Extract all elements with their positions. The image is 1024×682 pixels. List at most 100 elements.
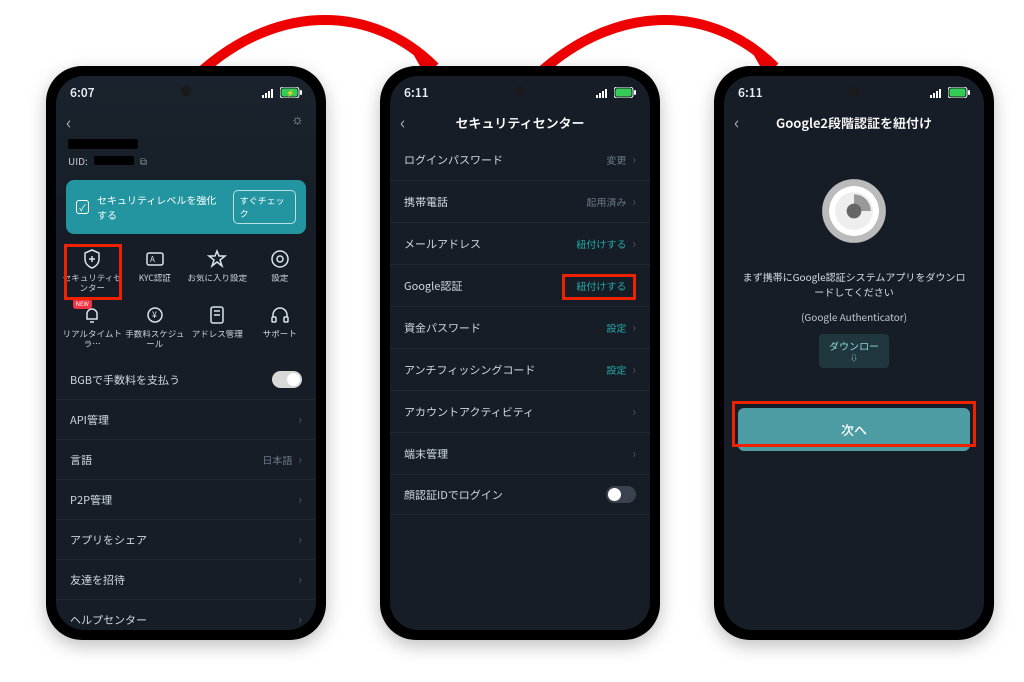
instruction-text: まず携帯にGoogle認証システムアプリをダウンロードしてください [742, 269, 966, 299]
next-button[interactable]: 次へ [738, 408, 970, 451]
page-title: Google2段階認証を紐付け [760, 113, 948, 132]
grid-realtime[interactable]: NEW リアルタイムトラ… [62, 300, 123, 354]
grid-label: アドレス管理 [192, 330, 243, 350]
row-label: BGBで手数料を支払う [70, 372, 180, 388]
grid-settings[interactable]: 設定 [250, 244, 311, 298]
book-icon [206, 304, 228, 326]
redacted-uid [94, 156, 134, 165]
star-icon [206, 248, 228, 270]
row-value: 紐付けする [576, 278, 626, 293]
row-label: ヘルプセンター [70, 612, 147, 628]
battery-icon: ⚡ [280, 87, 302, 98]
row-antiphishing[interactable]: アンチフィッシングコード設定› [390, 349, 650, 391]
battery-icon [948, 87, 970, 98]
row-help[interactable]: ヘルプセンター› [56, 600, 316, 630]
grid-label: 手数料スケジュール [125, 330, 186, 350]
copy-icon[interactable]: ⧉ [140, 153, 147, 168]
grid-label: セキュリティセンター [62, 274, 123, 294]
row-label: 携帯電話 [404, 194, 448, 210]
google-auth-icon [822, 179, 886, 243]
grid-address[interactable]: アドレス管理 [187, 300, 248, 354]
row-language[interactable]: 言語日本語› [56, 440, 316, 480]
row-api[interactable]: API管理 › [56, 400, 316, 440]
uid-line: UID: ⧉ [56, 151, 316, 176]
grid-label: 設定 [271, 274, 288, 294]
signal-icon [930, 88, 944, 98]
grid-support[interactable]: サポート [250, 300, 311, 354]
row-faceid: 顔認証IDでログイン [390, 475, 650, 515]
app-name-text: (Google Authenticator) [801, 309, 907, 324]
shield-icon: ✓ [76, 200, 89, 214]
chevron-right-icon: › [632, 361, 636, 378]
back-icon[interactable]: ‹ [734, 109, 752, 135]
clock: 6:11 [738, 84, 763, 101]
statusbar: 6:11 [724, 76, 984, 103]
security-banner[interactable]: ✓ セキュリティレベルを強化する すぐチェック [66, 180, 306, 234]
statusbar: 6:07 ⚡ [56, 76, 316, 103]
uid-label: UID: [68, 153, 88, 168]
chevron-right-icon: › [298, 411, 302, 428]
svg-text:⚡: ⚡ [286, 89, 295, 99]
tutorial-stage: 6:07 ⚡ ‹ ☼ UID: ⧉ ✓ セキュリティレベルを強化する すぐチェッ… [0, 0, 1024, 682]
row-p2p[interactable]: P2P管理› [56, 480, 316, 520]
grid-favorites[interactable]: お気に入り設定 [187, 244, 248, 298]
row-label: 顔認証IDでログイン [404, 487, 503, 503]
row-devices[interactable]: 端末管理› [390, 433, 650, 475]
row-fund-password[interactable]: 資金パスワード設定› [390, 307, 650, 349]
row-label: 友達を招待 [70, 572, 125, 588]
row-label: P2P管理 [70, 492, 112, 508]
row-share[interactable]: アプリをシェア› [56, 520, 316, 560]
row-bgb-fee: BGBで手数料を支払う [56, 360, 316, 400]
grid-kyc[interactable]: A KYC認証 [125, 244, 186, 298]
download-chip[interactable]: ダウンロー ⇩ [819, 334, 889, 368]
svg-text:A: A [150, 254, 155, 265]
chevron-right-icon: › [632, 193, 636, 210]
chevron-right-icon: › [632, 319, 636, 336]
chevron-right-icon: › [632, 277, 636, 294]
row-label: API管理 [70, 412, 109, 428]
grid-menu: セキュリティセンター A KYC認証 お気に入り設定 設定 NEW リ [56, 244, 316, 360]
signal-icon [596, 88, 610, 98]
row-label: ログインパスワード [404, 152, 503, 168]
back-icon[interactable]: ‹ [400, 109, 418, 135]
phone-3: 6:11 ‹ Google2段階認証を紐付け まず携帯にGoogle認証システム… [714, 66, 994, 640]
row-email[interactable]: メールアドレス紐付けする› [390, 223, 650, 265]
grid-label: リアルタイムトラ… [62, 330, 123, 350]
faceid-toggle[interactable] [606, 486, 636, 503]
grid-label: サポート [263, 330, 297, 350]
id-card-icon: A [144, 248, 166, 270]
chevron-right-icon: › [298, 451, 302, 468]
banner-cta[interactable]: すぐチェック [233, 190, 296, 224]
grid-fees[interactable]: ¥ 手数料スケジュール [125, 300, 186, 354]
row-value: 日本語 [262, 452, 292, 467]
svg-text:¥: ¥ [152, 308, 157, 321]
new-badge: NEW [73, 298, 92, 309]
phone-1: 6:07 ⚡ ‹ ☼ UID: ⧉ ✓ セキュリティレベルを強化する すぐチェッ… [46, 66, 326, 640]
signal-icon [262, 88, 276, 98]
next-label: 次へ [841, 420, 867, 439]
status-icons: ⚡ [262, 87, 302, 98]
row-google-auth[interactable]: Google認証 紐付けする › [390, 265, 650, 307]
bgb-toggle[interactable] [272, 371, 302, 388]
row-label: 資金パスワード [404, 320, 481, 336]
download-sub-icon: ⇩ [829, 353, 879, 364]
row-label: Google認証 [404, 278, 462, 294]
row-login-password[interactable]: ログインパスワード変更› [390, 139, 650, 181]
security-list: ログインパスワード変更› 携帯電話起用済み› メールアドレス紐付けする› Goo… [390, 139, 650, 515]
back-icon[interactable]: ‹ [66, 109, 84, 135]
coin-icon: ¥ [144, 304, 166, 326]
clock: 6:11 [404, 84, 429, 101]
row-phone[interactable]: 携帯電話起用済み› [390, 181, 650, 223]
row-value: 変更 [606, 152, 626, 167]
row-label: アプリをシェア [70, 532, 147, 548]
navrow: ‹ セキュリティセンター [390, 103, 650, 139]
headset-icon [269, 304, 291, 326]
theme-icon[interactable]: ☼ [291, 109, 304, 129]
redacted-name [68, 139, 138, 149]
row-label: メールアドレス [404, 236, 481, 252]
grid-security-center[interactable]: セキュリティセンター [62, 244, 123, 298]
chevron-right-icon: › [298, 571, 302, 588]
row-activity[interactable]: アカウントアクティビティ› [390, 391, 650, 433]
navrow: ‹ Google2段階認証を紐付け [724, 103, 984, 139]
row-invite[interactable]: 友達を招待 › [56, 560, 316, 600]
